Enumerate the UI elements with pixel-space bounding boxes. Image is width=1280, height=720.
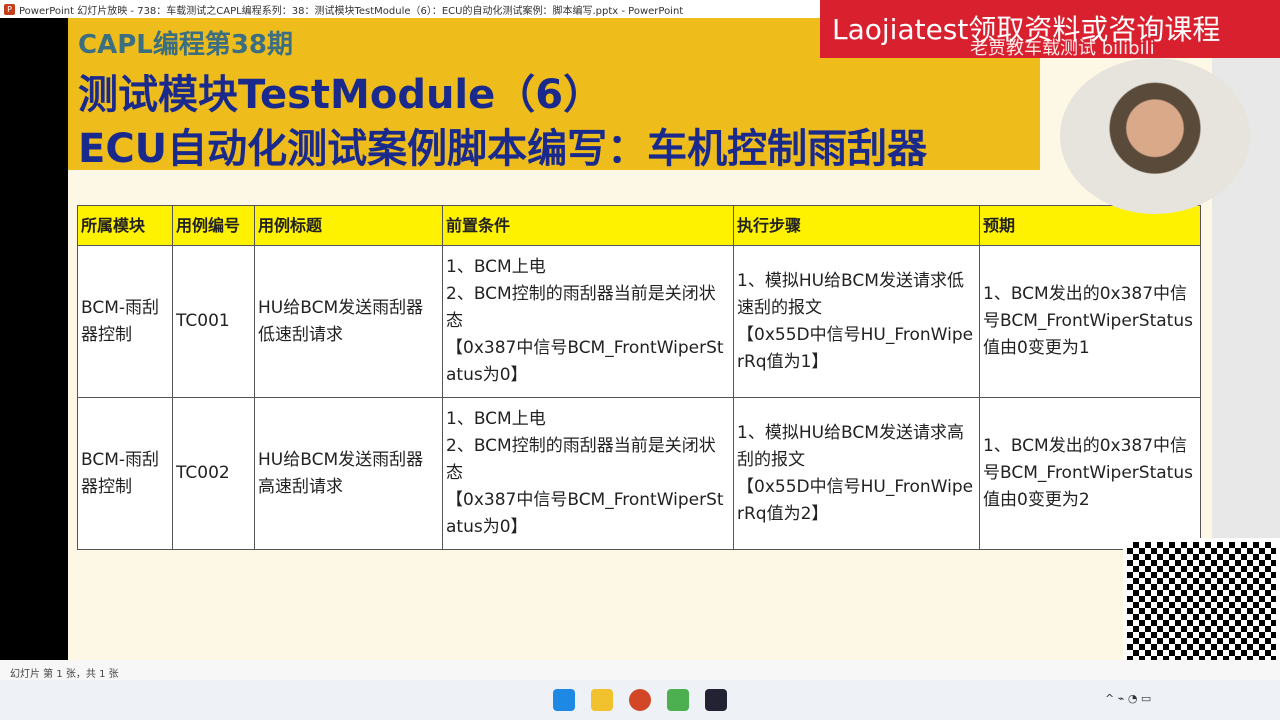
cell-expected: 1、BCM发出的0x387中信号BCM_FrontWiperStatus值由0变… — [979, 245, 1201, 398]
windows-start-icon[interactable] — [553, 689, 575, 711]
cell-case-title: HU给BCM发送雨刮器低速刮请求 — [254, 245, 443, 398]
powerpoint-icon: P — [4, 3, 15, 15]
cell-module: BCM-雨刮器控制 — [77, 397, 173, 550]
cell-steps: 1、模拟HU给BCM发送请求低速刮的报文 【0x55D中信号HU_FronWip… — [733, 245, 980, 398]
file-explorer-icon[interactable] — [591, 689, 613, 711]
promo-banner: Laojiatest领取资料或咨询课程 老贾教车载测试 bilibili — [820, 0, 1280, 59]
system-tray[interactable]: ^ ⌁ ◔ ▭ — [1105, 692, 1151, 705]
slide: CAPL编程第38期 测试模块TestModule（6） ECU自动化测试案例脚… — [68, 18, 1212, 660]
camera-app-icon[interactable] — [705, 689, 727, 711]
slide-title-1: 测试模块TestModule（6） — [78, 72, 604, 118]
table-row: BCM-雨刮器控制 TC002 HU给BCM发送雨刮器高速刮请求 1、BCM上电… — [77, 397, 1201, 550]
powerpoint-taskbar-icon[interactable] — [629, 689, 651, 711]
left-black-bar — [0, 18, 68, 660]
header-case-title: 用例标题 — [254, 205, 443, 246]
cell-case-id: TC002 — [172, 397, 255, 550]
webcam-overlay — [1060, 58, 1250, 214]
taskbar — [0, 680, 1280, 720]
header-module: 所属模块 — [77, 205, 173, 246]
table-row: BCM-雨刮器控制 TC001 HU给BCM发送雨刮器低速刮请求 1、BCM上电… — [77, 245, 1201, 398]
header-case-id: 用例编号 — [172, 205, 255, 246]
test-case-table: 所属模块 用例编号 用例标题 前置条件 执行步骤 预期 BCM-雨刮器控制 TC… — [77, 205, 1201, 550]
header-steps: 执行步骤 — [733, 205, 980, 246]
cell-case-title: HU给BCM发送雨刮器高速刮请求 — [254, 397, 443, 550]
cell-expected: 1、BCM发出的0x387中信号BCM_FrontWiperStatus值由0变… — [979, 397, 1201, 550]
cell-module: BCM-雨刮器控制 — [77, 245, 173, 398]
cell-precondition: 1、BCM上电 2、BCM控制的雨刮器当前是关闭状态 【0x387中信号BCM_… — [442, 397, 734, 550]
app-icon[interactable] — [667, 689, 689, 711]
slide-subtitle: CAPL编程第38期 — [78, 30, 294, 60]
cell-case-id: TC001 — [172, 245, 255, 398]
cell-precondition: 1、BCM上电 2、BCM控制的雨刮器当前是关闭状态 【0x387中信号BCM_… — [442, 245, 734, 398]
header-precondition: 前置条件 — [442, 205, 734, 246]
slide-counter: 幻灯片 第 1 张，共 1 张 — [10, 669, 119, 680]
slide-title-2: ECU自动化测试案例脚本编写：车机控制雨刮器 — [78, 126, 928, 172]
watermark: 老贾教车载测试 bilibili — [970, 38, 1155, 59]
cell-steps: 1、模拟HU给BCM发送请求高刮的报文 【0x55D中信号HU_FronWipe… — [733, 397, 980, 550]
window-title: PowerPoint 幻灯片放映 - 738：车载测试之CAPL编程系列：38：… — [19, 5, 684, 17]
status-bar: 幻灯片 第 1 张，共 1 张 — [0, 660, 1280, 680]
